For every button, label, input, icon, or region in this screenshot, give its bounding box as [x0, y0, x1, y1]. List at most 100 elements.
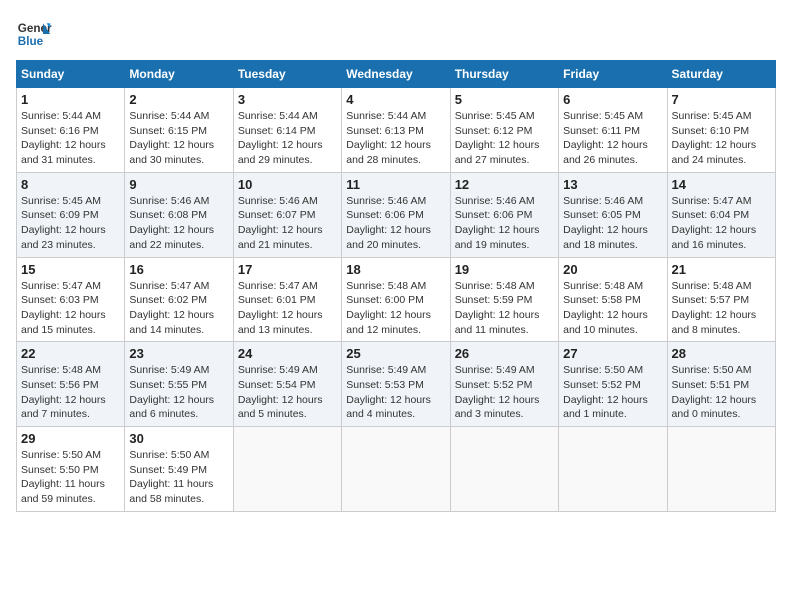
calendar-cell: 6 Sunrise: 5:45 AMSunset: 6:11 PMDaylight… — [559, 88, 667, 173]
calendar-cell: 25Sunrise: 5:49 AMSunset: 5:53 PMDayligh… — [342, 342, 450, 427]
day-info: Sunrise: 5:46 AMSunset: 6:06 PMDaylight:… — [455, 194, 554, 253]
calendar-week-1: 1Sunrise: 5:44 AMSunset: 6:16 PMDaylight… — [17, 88, 776, 173]
day-number: 21 — [672, 262, 771, 277]
day-number: 10 — [238, 177, 337, 192]
day-info: Sunrise: 5:45 AMSunset: 6:10 PMDaylight:… — [672, 109, 771, 168]
day-info: Sunrise: 5:48 AMSunset: 5:59 PMDaylight:… — [455, 279, 554, 338]
day-number: 18 — [346, 262, 445, 277]
calendar-cell: 9 Sunrise: 5:46 AMSunset: 6:08 PMDaylight… — [125, 172, 233, 257]
day-info: Sunrise: 5:47 AMSunset: 6:03 PMDaylight:… — [21, 279, 120, 338]
calendar-cell: 3 Sunrise: 5:44 AMSunset: 6:14 PMDaylight… — [233, 88, 341, 173]
day-info: Sunrise: 5:46 AMSunset: 6:07 PMDaylight:… — [238, 194, 337, 253]
day-info: Sunrise: 5:50 AMSunset: 5:52 PMDaylight:… — [563, 363, 662, 422]
calendar-cell: 28 Sunrise: 5:50 AMSunset: 5:51 PMDayligh… — [667, 342, 775, 427]
calendar-cell: 30 Sunrise: 5:50 AMSunset: 5:49 PMDayligh… — [125, 427, 233, 512]
calendar-cell: 13 Sunrise: 5:46 AMSunset: 6:05 PMDayligh… — [559, 172, 667, 257]
calendar-cell: 18 Sunrise: 5:48 AMSunset: 6:00 PMDayligh… — [342, 257, 450, 342]
day-info: Sunrise: 5:45 AMSunset: 6:11 PMDaylight:… — [563, 109, 662, 168]
day-info: Sunrise: 5:49 AMSunset: 5:52 PMDaylight:… — [455, 363, 554, 422]
calendar-cell: 20 Sunrise: 5:48 AMSunset: 5:58 PMDayligh… — [559, 257, 667, 342]
calendar-cell: 14 Sunrise: 5:47 AMSunset: 6:04 PMDayligh… — [667, 172, 775, 257]
day-info: Sunrise: 5:47 AMSunset: 6:01 PMDaylight:… — [238, 279, 337, 338]
day-number: 27 — [563, 346, 662, 361]
day-number: 3 — [238, 92, 337, 107]
day-number: 7 — [672, 92, 771, 107]
day-number: 23 — [129, 346, 228, 361]
calendar-cell: 22 Sunrise: 5:48 AMSunset: 5:56 PMDayligh… — [17, 342, 125, 427]
day-info: Sunrise: 5:45 AMSunset: 6:12 PMDaylight:… — [455, 109, 554, 168]
calendar-cell: 23 Sunrise: 5:49 AMSunset: 5:55 PMDayligh… — [125, 342, 233, 427]
day-info: Sunrise: 5:49 AMSunset: 5:54 PMDaylight:… — [238, 363, 337, 422]
calendar-cell: 21 Sunrise: 5:48 AMSunset: 5:57 PMDayligh… — [667, 257, 775, 342]
calendar-cell: 1Sunrise: 5:44 AMSunset: 6:16 PMDaylight… — [17, 88, 125, 173]
day-number: 9 — [129, 177, 228, 192]
day-info: Sunrise: 5:46 AMSunset: 6:05 PMDaylight:… — [563, 194, 662, 253]
day-number: 17 — [238, 262, 337, 277]
day-number: 14 — [672, 177, 771, 192]
day-number: 30 — [129, 431, 228, 446]
calendar-week-4: 22 Sunrise: 5:48 AMSunset: 5:56 PMDayligh… — [17, 342, 776, 427]
calendar-cell: 7 Sunrise: 5:45 AMSunset: 6:10 PMDaylight… — [667, 88, 775, 173]
svg-text:Blue: Blue — [18, 35, 44, 48]
day-info: Sunrise: 5:48 AMSunset: 5:58 PMDaylight:… — [563, 279, 662, 338]
calendar-cell: 27 Sunrise: 5:50 AMSunset: 5:52 PMDayligh… — [559, 342, 667, 427]
calendar-week-2: 8 Sunrise: 5:45 AMSunset: 6:09 PMDaylight… — [17, 172, 776, 257]
calendar-cell — [233, 427, 341, 512]
logo-icon: General Blue — [16, 16, 52, 52]
calendar-cell: 24 Sunrise: 5:49 AMSunset: 5:54 PMDayligh… — [233, 342, 341, 427]
day-number: 4 — [346, 92, 445, 107]
weekday-header-sunday: Sunday — [17, 61, 125, 88]
day-info: Sunrise: 5:48 AMSunset: 5:56 PMDaylight:… — [21, 363, 120, 422]
day-number: 12 — [455, 177, 554, 192]
day-number: 29 — [21, 431, 120, 446]
day-number: 28 — [672, 346, 771, 361]
weekday-header-saturday: Saturday — [667, 61, 775, 88]
day-number: 6 — [563, 92, 662, 107]
calendar-cell — [342, 427, 450, 512]
day-info: Sunrise: 5:50 AMSunset: 5:49 PMDaylight:… — [129, 448, 228, 507]
day-info: Sunrise: 5:44 AMSunset: 6:13 PMDaylight:… — [346, 109, 445, 168]
day-info: Sunrise: 5:47 AMSunset: 6:04 PMDaylight:… — [672, 194, 771, 253]
day-info: Sunrise: 5:45 AMSunset: 6:09 PMDaylight:… — [21, 194, 120, 253]
calendar-cell: 29Sunrise: 5:50 AMSunset: 5:50 PMDayligh… — [17, 427, 125, 512]
calendar-week-5: 29Sunrise: 5:50 AMSunset: 5:50 PMDayligh… — [17, 427, 776, 512]
day-number: 16 — [129, 262, 228, 277]
day-info: Sunrise: 5:50 AMSunset: 5:51 PMDaylight:… — [672, 363, 771, 422]
day-number: 13 — [563, 177, 662, 192]
day-info: Sunrise: 5:48 AMSunset: 5:57 PMDaylight:… — [672, 279, 771, 338]
calendar-week-3: 15 Sunrise: 5:47 AMSunset: 6:03 PMDayligh… — [17, 257, 776, 342]
calendar-cell: 4 Sunrise: 5:44 AMSunset: 6:13 PMDaylight… — [342, 88, 450, 173]
calendar-cell — [450, 427, 558, 512]
calendar-table: SundayMondayTuesdayWednesdayThursdayFrid… — [16, 60, 776, 512]
calendar-cell: 5 Sunrise: 5:45 AMSunset: 6:12 PMDaylight… — [450, 88, 558, 173]
calendar-cell: 15 Sunrise: 5:47 AMSunset: 6:03 PMDayligh… — [17, 257, 125, 342]
day-info: Sunrise: 5:46 AMSunset: 6:06 PMDaylight:… — [346, 194, 445, 253]
day-number: 8 — [21, 177, 120, 192]
calendar-header-row: SundayMondayTuesdayWednesdayThursdayFrid… — [17, 61, 776, 88]
calendar-cell: 12 Sunrise: 5:46 AMSunset: 6:06 PMDayligh… — [450, 172, 558, 257]
day-number: 5 — [455, 92, 554, 107]
day-info: Sunrise: 5:47 AMSunset: 6:02 PMDaylight:… — [129, 279, 228, 338]
calendar-cell: 17 Sunrise: 5:47 AMSunset: 6:01 PMDayligh… — [233, 257, 341, 342]
day-number: 24 — [238, 346, 337, 361]
calendar-cell: 19 Sunrise: 5:48 AMSunset: 5:59 PMDayligh… — [450, 257, 558, 342]
day-info: Sunrise: 5:44 AMSunset: 6:15 PMDaylight:… — [129, 109, 228, 168]
day-info: Sunrise: 5:49 AMSunset: 5:53 PMDaylight:… — [346, 363, 445, 422]
logo: General Blue — [16, 16, 56, 52]
calendar-cell — [559, 427, 667, 512]
day-info: Sunrise: 5:49 AMSunset: 5:55 PMDaylight:… — [129, 363, 228, 422]
calendar-cell: 11 Sunrise: 5:46 AMSunset: 6:06 PMDayligh… — [342, 172, 450, 257]
day-number: 15 — [21, 262, 120, 277]
weekday-header-thursday: Thursday — [450, 61, 558, 88]
day-number: 19 — [455, 262, 554, 277]
calendar-cell: 2Sunrise: 5:44 AMSunset: 6:15 PMDaylight… — [125, 88, 233, 173]
day-number: 22 — [21, 346, 120, 361]
weekday-header-monday: Monday — [125, 61, 233, 88]
day-info: Sunrise: 5:46 AMSunset: 6:08 PMDaylight:… — [129, 194, 228, 253]
day-number: 11 — [346, 177, 445, 192]
day-info: Sunrise: 5:44 AMSunset: 6:14 PMDaylight:… — [238, 109, 337, 168]
calendar-cell — [667, 427, 775, 512]
day-number: 20 — [563, 262, 662, 277]
weekday-header-friday: Friday — [559, 61, 667, 88]
day-info: Sunrise: 5:48 AMSunset: 6:00 PMDaylight:… — [346, 279, 445, 338]
